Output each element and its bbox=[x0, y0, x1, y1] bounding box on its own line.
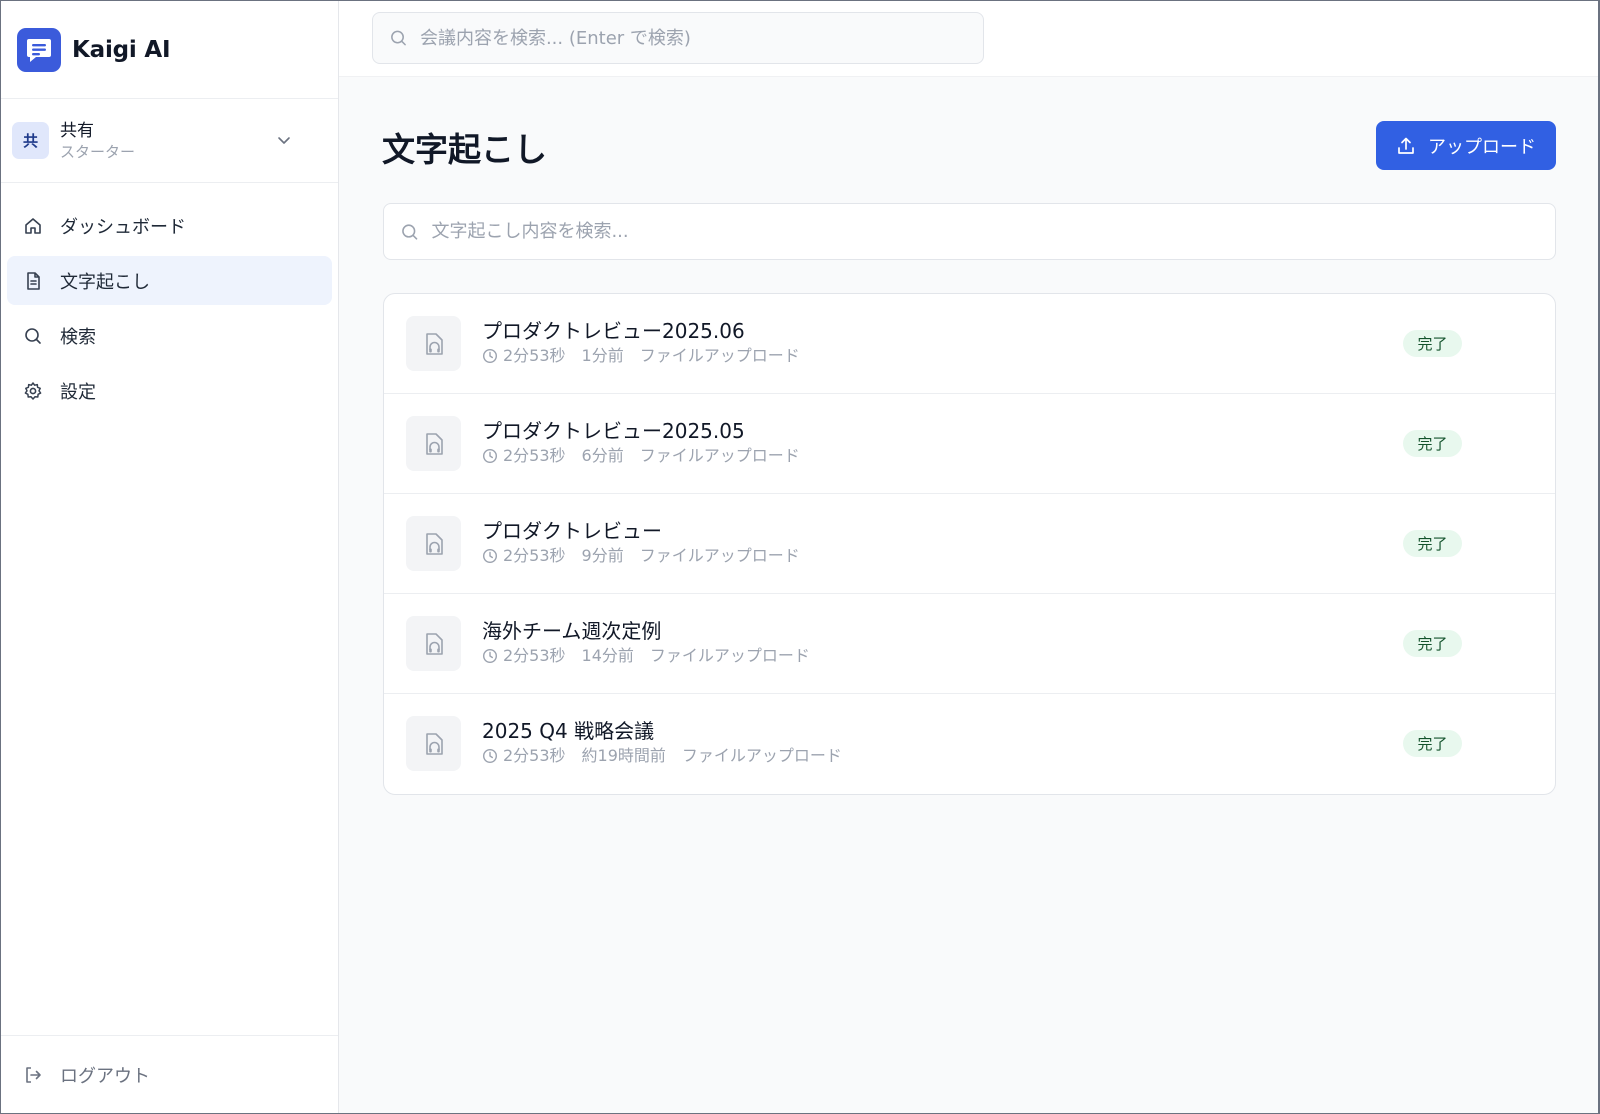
main-content: 文字起こし アップロード bbox=[339, 1, 1598, 1113]
audio-file-icon bbox=[406, 516, 461, 571]
clock-icon bbox=[482, 648, 498, 664]
transcript-list: プロダクトレビュー2025.06 2分53秒 1分前 ファイルアップロード 完了 bbox=[383, 293, 1556, 795]
global-search[interactable] bbox=[372, 12, 984, 64]
clock-icon bbox=[482, 348, 498, 364]
audio-file-icon bbox=[406, 316, 461, 371]
transcript-age: 約19時間前 bbox=[581, 746, 666, 765]
transcript-source: ファイルアップロード bbox=[639, 546, 800, 565]
search-icon bbox=[391, 30, 406, 46]
transcript-duration: 2分53秒 bbox=[503, 446, 566, 465]
workspace-avatar: 共 bbox=[12, 122, 49, 159]
transcript-age: 1分前 bbox=[581, 346, 624, 365]
logout-icon bbox=[26, 1066, 41, 1083]
transcript-row[interactable]: プロダクトレビュー 2分53秒 9分前 ファイルアップロード 完了 bbox=[384, 494, 1555, 594]
transcript-duration: 2分53秒 bbox=[503, 646, 566, 665]
transcript-source: ファイルアップロード bbox=[649, 646, 810, 665]
workspace-name: 共有 bbox=[60, 120, 94, 141]
transcript-row[interactable]: プロダクトレビュー2025.05 2分53秒 6分前 ファイルアップロード 完了 bbox=[384, 394, 1555, 494]
transcript-source: ファイルアップロード bbox=[639, 346, 800, 365]
status-badge: 完了 bbox=[1403, 430, 1462, 457]
audio-file-icon bbox=[406, 616, 461, 671]
sidebar: Kaigi AI 共 共有 スターター ダッシュボード 文字起こし 検索 設定 … bbox=[1, 1, 339, 1113]
sidebar-item-label: ダッシュボード bbox=[60, 216, 186, 238]
transcript-source: ファイルアップロード bbox=[681, 746, 842, 765]
transcript-row[interactable]: 海外チーム週次定例 2分53秒 14分前 ファイルアップロード 完了 bbox=[384, 594, 1555, 694]
home-icon bbox=[25, 217, 41, 234]
logout-button[interactable]: ログアウト bbox=[23, 1062, 150, 1088]
sidebar-item-label: 設定 bbox=[60, 381, 96, 403]
page-title: 文字起こし bbox=[382, 130, 547, 169]
transcript-title: 海外チーム週次定例 bbox=[482, 619, 662, 643]
sidebar-item-dashboard[interactable]: ダッシュボード bbox=[7, 201, 332, 250]
workspace-plan: スターター bbox=[60, 142, 136, 161]
upload-label: アップロード bbox=[1428, 136, 1536, 158]
transcript-search-input[interactable] bbox=[431, 221, 1555, 242]
workspace-switcher[interactable]: 共 共有 スターター bbox=[1, 99, 338, 183]
transcript-title: プロダクトレビュー2025.05 bbox=[482, 419, 745, 443]
transcript-title: プロダクトレビュー bbox=[482, 519, 662, 543]
logout-label: ログアウト bbox=[60, 1065, 150, 1087]
transcript-search[interactable] bbox=[383, 203, 1556, 260]
clock-icon bbox=[482, 548, 498, 564]
status-badge: 完了 bbox=[1403, 330, 1462, 357]
document-icon bbox=[27, 271, 40, 290]
chat-logo-icon bbox=[17, 27, 61, 72]
transcript-age: 9分前 bbox=[581, 546, 624, 565]
app-window: Kaigi AI 共 共有 スターター ダッシュボード 文字起こし 検索 設定 … bbox=[0, 0, 1600, 1114]
transcript-title: 2025 Q4 戦略会議 bbox=[482, 719, 655, 743]
brand[interactable]: Kaigi AI bbox=[1, 1, 338, 99]
transcript-duration: 2分53秒 bbox=[503, 346, 566, 365]
upload-button[interactable]: アップロード bbox=[1376, 121, 1556, 170]
app-name: Kaigi AI bbox=[72, 36, 171, 63]
search-icon bbox=[402, 223, 418, 240]
sidebar-item-transcripts[interactable]: 文字起こし bbox=[7, 256, 332, 305]
audio-file-icon bbox=[406, 716, 461, 771]
sidebar-item-search[interactable]: 検索 bbox=[7, 311, 332, 360]
main-nav: ダッシュボード 文字起こし 検索 設定 bbox=[1, 183, 338, 415]
transcript-title: プロダクトレビュー2025.06 bbox=[482, 319, 745, 343]
status-badge: 完了 bbox=[1403, 530, 1462, 557]
transcript-age: 6分前 bbox=[581, 446, 624, 465]
audio-file-icon bbox=[406, 416, 461, 471]
global-search-input[interactable] bbox=[419, 27, 983, 49]
status-badge: 完了 bbox=[1403, 730, 1462, 757]
upload-icon bbox=[1398, 137, 1414, 154]
topbar bbox=[339, 1, 1598, 77]
sidebar-footer: ログアウト bbox=[1, 1035, 338, 1113]
clock-icon bbox=[482, 448, 498, 464]
transcript-age: 14分前 bbox=[581, 646, 634, 665]
gear-icon bbox=[24, 381, 42, 400]
transcript-source: ファイルアップロード bbox=[639, 446, 800, 465]
sidebar-item-label: 検索 bbox=[60, 326, 96, 348]
chevron-down-icon bbox=[278, 137, 290, 144]
clock-icon bbox=[482, 748, 498, 764]
transcript-duration: 2分53秒 bbox=[503, 746, 566, 765]
search-icon bbox=[25, 327, 41, 344]
sidebar-item-settings[interactable]: 設定 bbox=[7, 366, 332, 415]
transcript-row[interactable]: プロダクトレビュー2025.06 2分53秒 1分前 ファイルアップロード 完了 bbox=[384, 294, 1555, 394]
sidebar-item-label: 文字起こし bbox=[60, 271, 150, 293]
status-badge: 完了 bbox=[1403, 630, 1462, 657]
transcript-duration: 2分53秒 bbox=[503, 546, 566, 565]
transcript-row[interactable]: 2025 Q4 戦略会議 2分53秒 約19時間前 ファイルアップロード 完了 bbox=[384, 694, 1555, 794]
